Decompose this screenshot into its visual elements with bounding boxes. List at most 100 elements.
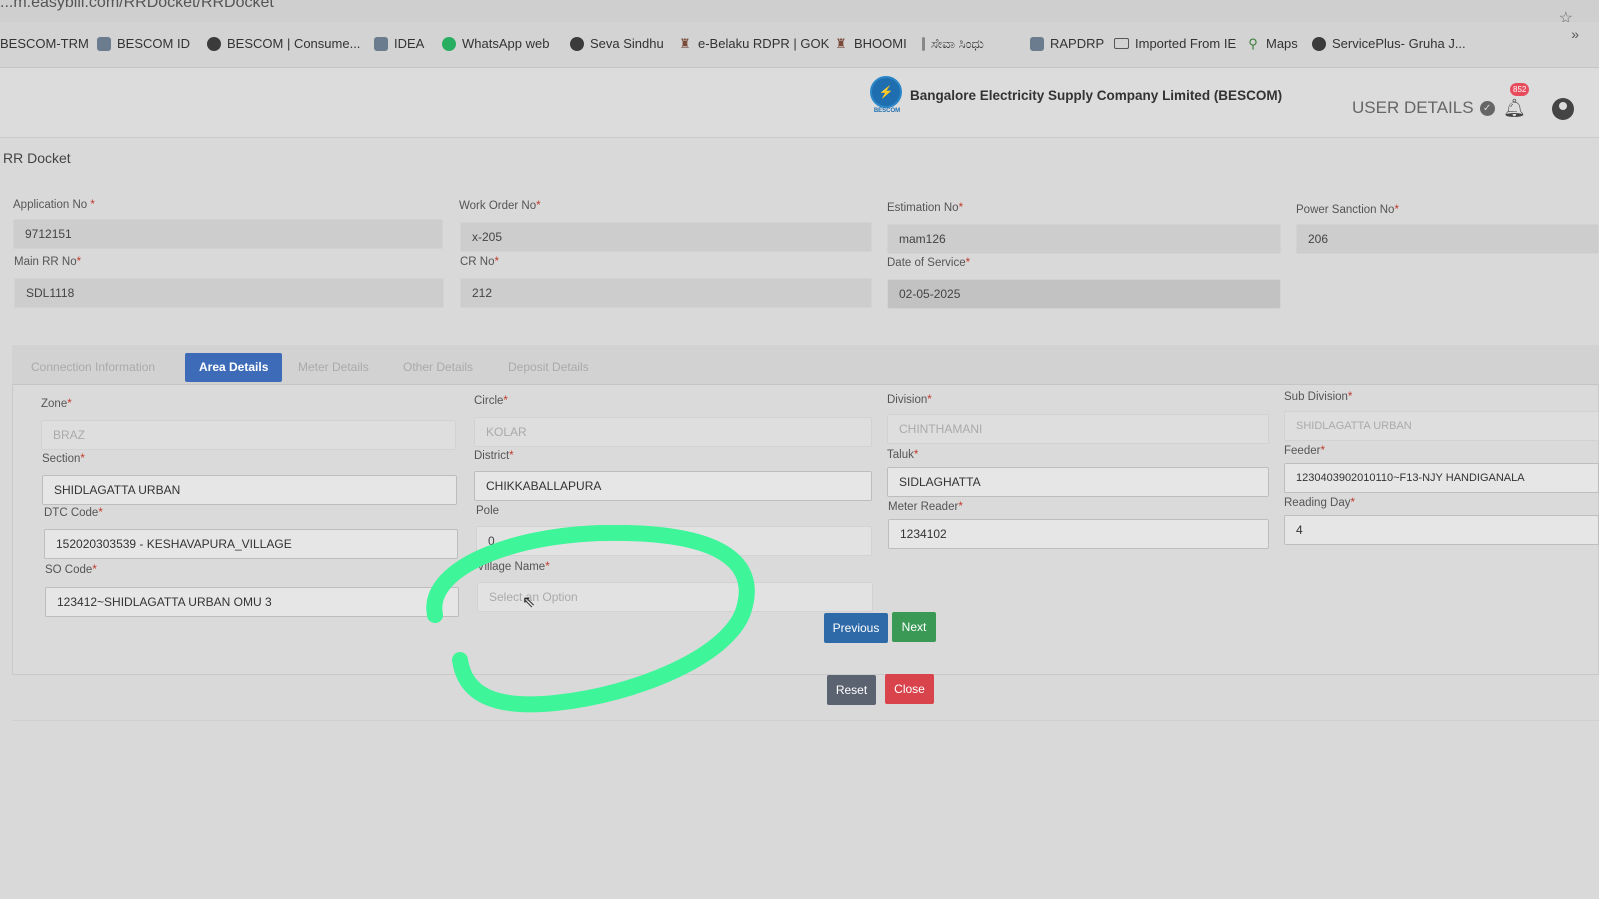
bookmark-label: ServicePlus- Gruha J... <box>1332 36 1466 51</box>
taluk-label: Taluk* <box>887 449 919 461</box>
bookmark-seva-sindhu[interactable]: Seva Sindhu <box>570 36 664 51</box>
whatsapp-icon <box>442 36 456 51</box>
close-button[interactable]: Close <box>885 674 934 704</box>
mouse-cursor-icon: ⇖ <box>522 594 536 611</box>
emblem-icon: ♜ <box>679 35 691 51</box>
bookmark-seva-sindhu-kn[interactable]: ಸೇವಾ ಸಿಂಧು <box>922 36 984 52</box>
logo-disc-icon: ⚡ <box>870 76 902 108</box>
bookmark-whatsapp[interactable]: WhatsApp web <box>442 36 549 51</box>
sub-division-field[interactable]: SHIDLAGATTA URBAN <box>1284 411 1599 441</box>
bookmark-label: BESCOM | Consume... <box>227 36 361 51</box>
bookmark-label: BESCOM-TRM <box>0 36 89 51</box>
date-of-service-field[interactable]: 02-05-2025 <box>887 279 1281 309</box>
site-icon <box>374 36 388 51</box>
village-name-select[interactable]: Select an Option <box>477 582 873 612</box>
bookmark-rapdrp[interactable]: RAPDRP <box>1030 36 1104 51</box>
bookmark-imported-from-ie[interactable]: Imported From IE <box>1114 36 1236 51</box>
village-name-label: Village Name* <box>477 561 550 573</box>
section-label: Section* <box>42 453 85 465</box>
bookmark-idea[interactable]: IDEA <box>374 36 424 51</box>
main-rr-no-label: Main RR No* <box>14 256 82 268</box>
user-avatar-icon[interactable] <box>1552 98 1574 120</box>
globe-icon <box>570 36 584 51</box>
site-icon <box>1030 36 1044 51</box>
bookmark-e-belaku[interactable]: ♜ e-Belaku RDPR | GOK <box>678 36 829 51</box>
bookmark-label: Imported From IE <box>1135 36 1237 51</box>
bookmark-label: ಸೇವಾ ಸಿಂಧು <box>931 36 984 51</box>
area-details-panel <box>12 345 1599 675</box>
notification-bell-icon[interactable]: 🔔︎ <box>1503 98 1526 119</box>
meter-reader-label: Meter Reader* <box>888 501 963 513</box>
sub-division-label: Sub Division* <box>1284 391 1353 403</box>
user-details-label: USER DETAILS <box>1352 98 1474 117</box>
pole-field[interactable]: 0 <box>476 526 872 556</box>
estimation-no-field[interactable]: mam126 <box>887 224 1281 254</box>
zone-field[interactable]: BRAZ <box>41 420 456 450</box>
site-icon <box>97 36 111 51</box>
division-field[interactable]: CHINTHAMANI <box>887 414 1269 444</box>
district-select[interactable]: CHIKKABALLAPURA <box>474 471 872 501</box>
so-code-select[interactable]: 123412~SHIDLAGATTA URBAN OMU 3 <box>45 587 459 617</box>
dtc-code-select[interactable]: 152020303539 - KESHAVAPURA_VILLAGE <box>44 529 458 559</box>
globe-icon <box>1312 36 1326 51</box>
notification-badge: 852 <box>1510 83 1530 96</box>
cr-no-field[interactable]: 212 <box>460 278 872 308</box>
cr-no-label: CR No* <box>460 256 499 268</box>
bookmark-bescom-consumer[interactable]: BESCOM | Consume... <box>207 36 360 51</box>
feeder-select[interactable]: 1230403902010110~F13-NJY HANDIGANALA <box>1284 463 1599 493</box>
bookmark-label: BESCOM ID <box>117 36 190 51</box>
bookmark-label: RAPDRP <box>1050 36 1105 51</box>
bookmark-label: e-Belaku RDPR | GOK <box>698 36 830 51</box>
logo-text: BESCOM <box>873 108 901 114</box>
tab-other-details[interactable]: Other Details <box>389 353 487 382</box>
bookmark-label: Maps <box>1266 36 1298 51</box>
bookmark-label: Seva Sindhu <box>590 36 664 51</box>
meter-reader-field[interactable]: 1234102 <box>888 519 1269 549</box>
bookmark-maps[interactable]: ⚲ Maps <box>1246 36 1298 51</box>
company-name: Bangalore Electricity Supply Company Lim… <box>910 88 1283 103</box>
previous-button[interactable]: Previous <box>824 613 888 643</box>
circle-label: Circle* <box>474 395 508 407</box>
zone-label: Zone* <box>41 398 72 410</box>
url-text[interactable]: ...m.easybill.com/RRDocket/RRDocket <box>0 0 274 12</box>
app-header: ⚡ BESCOM Bangalore Electricity Supply Co… <box>0 68 1599 138</box>
bookmark-bhoomi[interactable]: ♜ BHOOMI <box>834 36 907 51</box>
next-button[interactable]: Next <box>892 612 936 642</box>
dtc-code-label: DTC Code* <box>44 507 103 519</box>
so-code-label: SO Code* <box>45 564 97 576</box>
work-order-no-field[interactable]: x-205 <box>460 222 872 252</box>
tab-area-details[interactable]: Area Details <box>185 353 283 382</box>
main-rr-no-field[interactable]: SDL1118 <box>14 278 444 308</box>
chevron-down-icon: ✓ <box>1479 100 1495 116</box>
estimation-no-label: Estimation No* <box>887 202 964 214</box>
taluk-select[interactable]: SIDLAGHATTA <box>887 467 1269 497</box>
bookmarks-bar: BESCOM-TRM BESCOM ID BESCOM | Consume...… <box>0 22 1599 68</box>
district-label: District* <box>474 450 514 462</box>
bescom-logo: ⚡ BESCOM <box>870 76 904 120</box>
circle-field[interactable]: KOLAR <box>474 417 872 447</box>
browser-url-bar[interactable]: ...m.easybill.com/RRDocket/RRDocket ☆ <box>0 0 1599 27</box>
tab-deposit-details[interactable]: Deposit Details <box>494 353 603 382</box>
globe-icon <box>207 36 221 51</box>
work-order-no-label: Work Order No* <box>459 200 541 212</box>
site-icon <box>922 37 925 51</box>
bookmark-bescom-id[interactable]: BESCOM ID <box>97 36 190 51</box>
more-bookmarks-icon[interactable]: » <box>1571 26 1579 42</box>
bookmark-label: IDEA <box>394 36 425 51</box>
user-details-dropdown[interactable]: USER DETAILS ✓ <box>1352 98 1495 118</box>
power-sanction-no-field[interactable]: 206 <box>1296 224 1599 254</box>
page-title: RR Docket <box>3 150 71 166</box>
tab-meter-details[interactable]: Meter Details <box>284 353 383 382</box>
bookmark-label: WhatsApp web <box>462 36 550 51</box>
tab-connection-information[interactable]: Connection Information <box>17 353 169 382</box>
application-no-field[interactable]: 9712151 <box>13 219 443 249</box>
power-sanction-no-label: Power Sanction No* <box>1296 204 1399 216</box>
bookmark-serviceplus[interactable]: ServicePlus- Gruha J... <box>1312 36 1466 51</box>
bookmark-label: BHOOMI <box>854 36 907 51</box>
reset-button[interactable]: Reset <box>827 675 876 705</box>
reading-day-field[interactable]: 4 <box>1284 515 1599 545</box>
date-of-service-label: Date of Service* <box>887 257 971 269</box>
division-label: Division* <box>887 394 932 406</box>
section-select[interactable]: SHIDLAGATTA URBAN <box>42 475 457 505</box>
bookmark-bescom-trm[interactable]: BESCOM-TRM <box>0 36 89 51</box>
